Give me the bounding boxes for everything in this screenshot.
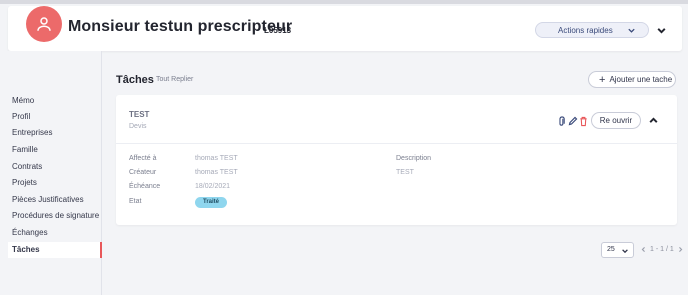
card-divider [116,143,677,144]
creator-label: Créateur [129,169,157,176]
description-label: Description [396,155,432,162]
collapse-all-link[interactable]: Tout Replier [156,76,193,83]
trash-icon[interactable] [579,116,588,127]
creator-value: thomas TEST [195,169,238,176]
client-code: L05913 [264,26,292,35]
assigned-label: Affecté à [129,155,157,162]
reopen-button[interactable]: Re ouvrir [591,112,641,129]
sidebar-item-projets[interactable]: Projets [8,175,102,191]
sidebar-item-famille[interactable]: Famille [8,142,102,158]
sidebar-item-profil[interactable]: Profil [8,109,102,125]
task-type: Devis [129,123,147,130]
status-badge: Traité [195,197,228,208]
paperclip-icon[interactable] [557,116,566,127]
top-strip [0,0,688,4]
description-value: TEST [396,169,414,176]
sidebar-item-procedures-signature[interactable]: Procédures de signature [8,208,102,224]
page-size-select[interactable]: 25 [601,242,634,258]
section-title: Tâches [116,74,154,86]
plus-icon: + [599,73,606,86]
sidebar-item-contrats[interactable]: Contrats [8,159,102,175]
client-header: Monsieur testun prescripteur L05913 Acti… [8,6,682,51]
due-date-label: Échéance [129,183,161,190]
chevron-down-icon [628,28,635,33]
page-range: 1 - 1 / 1 [650,246,674,253]
task-name: TEST [129,110,150,119]
pencil-icon[interactable] [568,116,578,126]
sidebar-item-echanges[interactable]: Échanges [8,225,102,241]
sidebar-item-entreprises[interactable]: Entreprises [8,125,102,141]
sidebar-item-taches[interactable]: Tâches [8,242,102,258]
sidebar: Mémo Profil Entreprises Famille Contrats… [0,51,102,295]
page-title: Monsieur testun prescripteur [68,18,293,35]
sidebar-item-memo[interactable]: Mémo [8,93,102,109]
add-task-label: Ajouter une tache [609,75,673,84]
sidebar-item-pieces-justificatives[interactable]: Pièces Justificatives [8,192,102,208]
user-icon [37,17,51,31]
add-task-button[interactable]: + Ajouter une tache [588,71,676,88]
chevron-right-icon[interactable] [677,246,684,253]
task-card: TEST Devis Re ouvrir Affecté à thomas TE… [116,95,677,225]
state-label: Etat [129,198,142,205]
chevron-down-icon[interactable] [656,25,667,36]
due-date-value: 18/02/2021 [195,183,231,190]
chevron-down-icon [622,249,628,254]
assigned-value: thomas TEST [195,155,238,162]
pagination: 1 - 1 / 1 [640,246,684,253]
quick-actions-label: Actions rapides [558,25,613,35]
page-size-value: 25 [607,246,615,253]
chevron-left-icon[interactable] [640,246,647,253]
avatar [26,6,62,42]
quick-actions-dropdown[interactable]: Actions rapides [535,22,649,38]
chevron-up-icon[interactable] [648,115,659,126]
